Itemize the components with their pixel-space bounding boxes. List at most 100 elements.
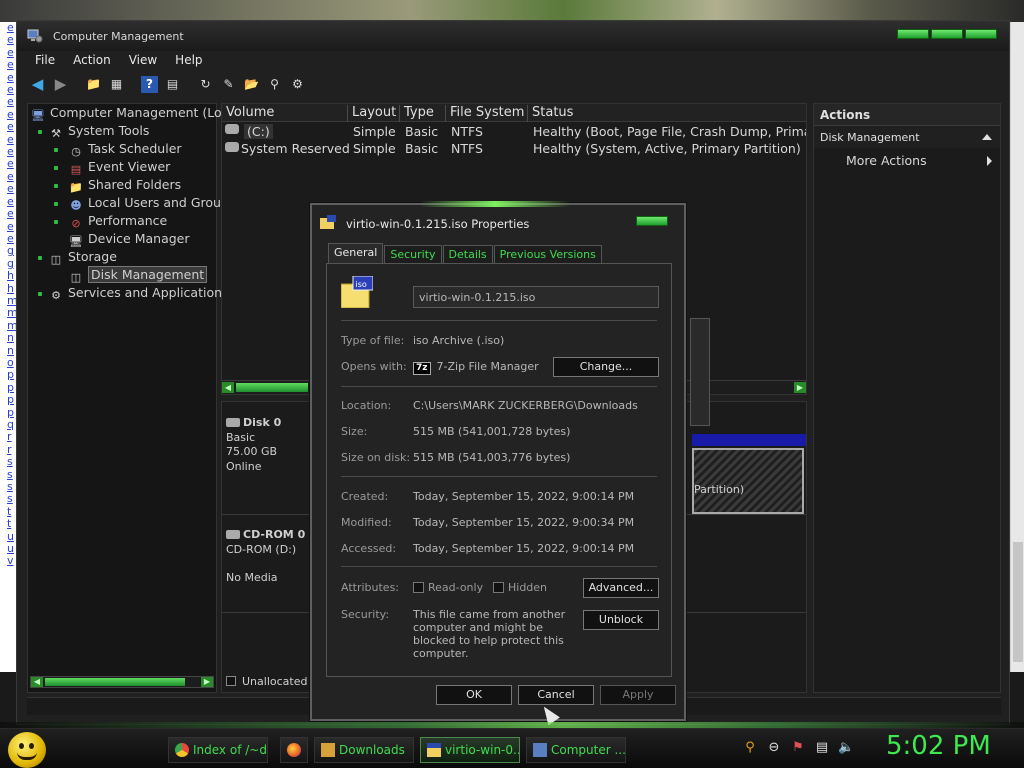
partition-block[interactable]: Partition) bbox=[692, 448, 804, 514]
scroll-thumb[interactable] bbox=[236, 383, 308, 392]
search-icon[interactable]: ⚲ bbox=[266, 76, 283, 93]
checkbox-box[interactable] bbox=[493, 582, 504, 593]
expand-bullet[interactable] bbox=[38, 130, 42, 134]
open-icon[interactable]: 📂 bbox=[243, 76, 260, 93]
background-link[interactable]: h bbox=[0, 269, 16, 282]
cancel-button[interactable]: Cancel bbox=[518, 685, 594, 705]
background-link[interactable]: p bbox=[0, 393, 16, 406]
file-name-field[interactable] bbox=[413, 286, 659, 308]
flag-icon[interactable]: ⚑ bbox=[790, 739, 806, 757]
close-button[interactable] bbox=[965, 29, 997, 39]
task-chrome[interactable]: Index of /~d... bbox=[168, 737, 268, 763]
network-icon[interactable]: ▤ bbox=[814, 739, 830, 757]
window-titlebar[interactable]: Computer Management bbox=[17, 21, 1009, 51]
expand-bullet[interactable] bbox=[38, 292, 42, 296]
tree-system-tools[interactable]: ⚒ System Tools bbox=[48, 122, 149, 140]
hidden-checkbox[interactable]: Hidden bbox=[493, 581, 547, 594]
more-actions[interactable]: More Actions bbox=[814, 148, 1000, 170]
refresh-icon[interactable]: ↻ bbox=[197, 76, 214, 93]
scroll-right-icon[interactable]: ▶ bbox=[794, 382, 806, 393]
advanced-button[interactable]: Advanced... bbox=[583, 578, 659, 598]
disk-0-label[interactable]: Disk 0 Basic 75.00 GB Online bbox=[226, 416, 306, 474]
unblock-button[interactable]: Unblock bbox=[583, 610, 659, 630]
export-icon[interactable]: ✎ bbox=[220, 76, 237, 93]
background-link[interactable]: e bbox=[0, 182, 16, 195]
background-link[interactable]: t bbox=[0, 517, 16, 530]
tree-device-manager[interactable]: 🖥 Device Manager bbox=[68, 230, 190, 248]
cdrom-0-label[interactable]: CD-ROM 0 CD-ROM (D:) No Media bbox=[226, 528, 306, 586]
tab-previous-versions[interactable]: Previous Versions bbox=[493, 245, 602, 263]
menu-action[interactable]: Action bbox=[73, 53, 111, 67]
tree-local-users[interactable]: ☻ Local Users and Grou bbox=[68, 194, 221, 212]
background-link[interactable]: e bbox=[0, 120, 16, 133]
properties-icon[interactable]: ▤ bbox=[164, 76, 181, 93]
column-type[interactable]: Type bbox=[400, 105, 446, 122]
up-folder-icon[interactable]: 📁 bbox=[85, 76, 102, 93]
tree-root[interactable]: 🖥 Computer Management (Loc bbox=[30, 104, 229, 122]
background-link[interactable]: p bbox=[0, 368, 16, 381]
checkbox-box[interactable] bbox=[413, 582, 424, 593]
scroll-left-icon[interactable]: ◀ bbox=[222, 382, 234, 393]
scroll-thumb[interactable] bbox=[45, 678, 185, 686]
show-hide-tree-icon[interactable]: ▦ bbox=[108, 76, 125, 93]
background-link[interactable]: e bbox=[0, 96, 16, 109]
dialog-titlebar[interactable]: virtio-win-0.1.215.iso Properties bbox=[312, 205, 684, 239]
dialog-close-button[interactable] bbox=[636, 216, 668, 226]
task-firefox[interactable] bbox=[280, 737, 308, 763]
tree-storage[interactable]: ◫ Storage bbox=[48, 248, 117, 266]
column-volume[interactable]: Volume bbox=[222, 105, 348, 122]
task-computer-management[interactable]: Computer ... bbox=[526, 737, 626, 763]
background-link[interactable]: s bbox=[0, 455, 16, 468]
minimize-button[interactable] bbox=[897, 29, 929, 39]
tree-services[interactable]: ⚙ Services and Application: bbox=[48, 284, 226, 302]
clock[interactable]: 5:02 PM bbox=[886, 731, 991, 761]
background-link[interactable]: e bbox=[0, 207, 16, 220]
background-link[interactable]: e bbox=[0, 58, 16, 71]
apply-button[interactable]: Apply bbox=[600, 685, 676, 705]
scroll-thumb[interactable] bbox=[1013, 542, 1023, 662]
column-layout[interactable]: Layout bbox=[348, 105, 400, 122]
tab-security[interactable]: Security bbox=[384, 245, 442, 263]
forward-arrow-icon[interactable]: ▶ bbox=[52, 75, 69, 93]
tree-shared-folders[interactable]: 📁 Shared Folders bbox=[68, 176, 181, 194]
tree-disk-management[interactable]: ◫ Disk Management bbox=[68, 266, 208, 284]
minus-circle-icon[interactable]: ⊖ bbox=[766, 739, 782, 757]
background-link[interactable]: s bbox=[0, 493, 16, 506]
readonly-checkbox[interactable]: Read-only bbox=[413, 581, 483, 594]
background-link[interactable]: n bbox=[0, 331, 16, 344]
scroll-right-icon[interactable]: ▶ bbox=[201, 677, 213, 687]
background-link[interactable]: g bbox=[0, 244, 16, 257]
background-link[interactable]: r bbox=[0, 430, 16, 443]
expand-bullet[interactable] bbox=[38, 256, 42, 260]
background-link[interactable]: e bbox=[0, 158, 16, 171]
background-link[interactable]: e bbox=[0, 33, 16, 46]
tree-performance[interactable]: ⊘ Performance bbox=[68, 212, 167, 230]
tree-task-scheduler[interactable]: ◷ Task Scheduler bbox=[68, 140, 181, 158]
menu-view[interactable]: View bbox=[129, 53, 157, 67]
menu-file[interactable]: File bbox=[35, 53, 55, 67]
volume-icon[interactable]: 🔈 bbox=[838, 739, 854, 757]
background-window-scrollbar[interactable] bbox=[1010, 22, 1024, 672]
help-icon[interactable]: ? bbox=[141, 75, 158, 93]
task-downloads[interactable]: Downloads bbox=[314, 737, 414, 763]
tab-details[interactable]: Details bbox=[442, 245, 493, 263]
ok-button[interactable]: OK bbox=[436, 685, 512, 705]
scroll-left-icon[interactable]: ◀ bbox=[31, 677, 43, 687]
column-file-system[interactable]: File System bbox=[446, 105, 528, 122]
back-arrow-icon[interactable]: ◀ bbox=[29, 75, 46, 93]
collapse-icon[interactable] bbox=[982, 134, 992, 140]
search-icon[interactable]: ⚲ bbox=[742, 739, 758, 757]
actions-section-disk-management[interactable]: Disk Management bbox=[814, 126, 1000, 148]
tree-event-viewer[interactable]: ▤ Event Viewer bbox=[68, 158, 170, 176]
change-button[interactable]: Change... bbox=[553, 357, 659, 377]
menu-help[interactable]: Help bbox=[175, 53, 202, 67]
settings-icon[interactable]: ⚙ bbox=[289, 76, 306, 93]
start-button[interactable] bbox=[8, 732, 46, 768]
tree-horizontal-scrollbar[interactable]: ◀ ▶ bbox=[30, 676, 214, 688]
tab-general[interactable]: General bbox=[328, 243, 384, 263]
background-link[interactable]: m bbox=[0, 306, 16, 319]
maximize-button[interactable] bbox=[931, 29, 963, 39]
background-link[interactable]: v bbox=[0, 555, 16, 568]
task-properties[interactable]: virtio-win-0.... bbox=[420, 737, 520, 763]
column-status[interactable]: Status bbox=[528, 105, 806, 122]
